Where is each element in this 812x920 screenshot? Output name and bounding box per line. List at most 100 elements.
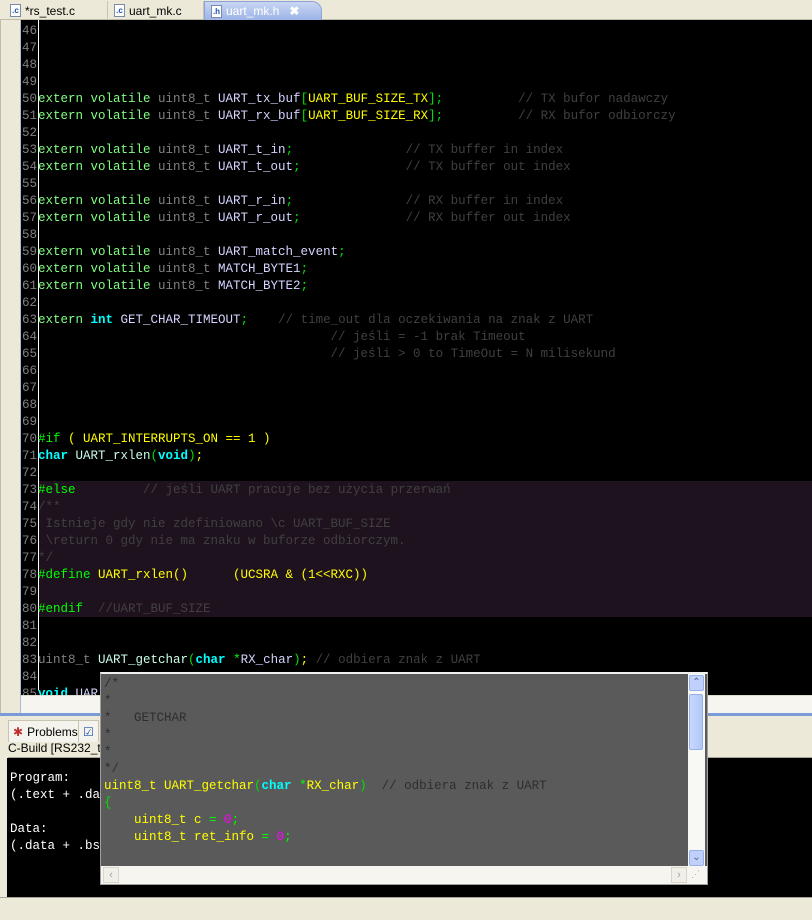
code-token: // RX buffer out index [300,211,571,225]
code-line[interactable]: 48 [22,57,812,74]
code-token: int [90,313,121,327]
resize-grip-icon[interactable]: ⋰ [691,869,700,880]
code-token: uint8_t c [104,813,210,827]
code-token: uint8_t [158,245,219,259]
tab-rs-test-c[interactable]: .c *rs_test.c [4,1,108,20]
code-token: RX_char [306,779,360,793]
code-line[interactable]: 47 [22,40,812,57]
code-token: extern volatile [38,160,159,174]
line-number: 50 [22,92,38,106]
code-line[interactable]: 73#else // jeśli UART pracuje bez użycia… [22,482,812,499]
code-line[interactable]: 78#define UART_rxlen() (UCSRA & (1<<RXC)… [22,567,812,584]
tab-uart-mk-c[interactable]: .c uart_mk.c [108,1,204,20]
code-token: extern volatile [38,245,159,259]
editor-tab-bar: .c *rs_test.c .c uart_mk.c .h uart_mk.h … [0,0,812,20]
popup-code-line: /* [104,676,547,693]
line-number: 47 [22,41,38,55]
code-token: uint8_t UART_getchar [104,779,255,793]
code-line[interactable]: 67 [22,380,812,397]
code-line[interactable]: 54extern volatile uint8_t UART_t_out; //… [22,159,812,176]
line-number: 54 [22,160,38,174]
code-line[interactable]: 71char UART_rxlen(void); [22,448,812,465]
hover-popup[interactable]: /* * * GETCHAR * * */ uint8_t UART_getchar(cha… [100,672,708,885]
code-line[interactable]: 52 [22,125,812,142]
code-line[interactable]: 53extern volatile uint8_t UART_t_in; // … [22,142,812,159]
code-line[interactable]: 65 // jeśli > 0 to TimeOut = N milisekun… [22,346,812,363]
code-token: UART_BUF_SIZE_TX [308,92,429,106]
scroll-up-icon[interactable]: ⌃ [689,675,704,691]
code-token: * [104,745,112,759]
code-token: */ [104,762,120,776]
code-line[interactable]: 46 [22,23,812,40]
code-token: extern volatile [38,262,159,276]
code-line[interactable]: 49 [22,74,812,91]
code-line[interactable]: 72 [22,465,812,482]
code-token: = [209,813,225,827]
code-editor[interactable]: 46 47 48 49 50extern volatile uint8_t UART_t… [0,20,812,713]
code-line[interactable]: 57extern volatile uint8_t UART_r_out; //… [22,210,812,227]
code-token: UART_t_in [218,143,286,157]
code-line[interactable]: 66 [22,363,812,380]
tab-problems[interactable]: ✱ Problems [8,720,83,742]
code-line[interactable]: 79 [22,584,812,601]
code-token: uint8_t [158,194,219,208]
code-token: UART_rxlen [75,449,151,463]
code-line[interactable]: 50extern volatile uint8_t UART_tx_buf[UA… [22,91,812,108]
code-token: uint8_t [38,653,99,667]
code-line[interactable]: 69 [22,414,812,431]
close-tab-icon[interactable]: ✖ [289,4,299,18]
code-line[interactable]: 82 [22,635,812,652]
tab-tasks[interactable]: ☑ [78,720,99,742]
line-number: 52 [22,126,38,140]
code-line[interactable]: 61extern volatile uint8_t MATCH_BYTE2; [22,278,812,295]
code-line[interactable]: 64 // jeśli = -1 brak Timeout [22,329,812,346]
code-token: uint8_t [158,143,219,157]
popup-code-line: uint8_t c = 0; [104,812,547,829]
code-lines[interactable]: 46 47 48 49 50extern volatile uint8_t UART_t… [22,23,812,703]
code-token: ) [293,653,301,667]
code-line[interactable]: 75 Istnieje gdy nie zdefiniowano \c UART… [22,516,812,533]
code-line[interactable]: 55 [22,176,812,193]
code-line[interactable]: 63extern int GET_CHAR_TIMEOUT; // time_o… [22,312,812,329]
code-token: #define [38,568,99,582]
code-token: char [261,779,300,793]
code-line[interactable]: 81 [22,618,812,635]
code-line[interactable]: 70#if ( UART_INTERRUPTS_ON == 1 ) [22,431,812,448]
code-line[interactable]: 59extern volatile uint8_t UART_match_eve… [22,244,812,261]
code-line[interactable]: 68 [22,397,812,414]
line-number: 68 [22,398,38,412]
line-number: 53 [22,143,38,157]
line-number: 66 [22,364,38,378]
code-line[interactable]: 77*/ [22,550,812,567]
line-number: 69 [22,415,38,429]
code-token: Istnieje gdy nie zdefiniowano \c UART_BU… [38,517,391,531]
code-token: ( [188,653,196,667]
code-token: = [261,830,277,844]
code-line[interactable]: 62 [22,295,812,312]
popup-code-line: * [104,693,547,710]
line-number: 77 [22,551,38,565]
code-token: { [104,796,112,810]
code-line[interactable]: 51extern volatile uint8_t UART_rx_buf[UA… [22,108,812,125]
code-line[interactable]: 74/** [22,499,812,516]
scroll-left-icon[interactable]: ‹ [103,867,119,883]
scroll-thumb[interactable] [689,694,703,750]
code-line[interactable]: 83uint8_t UART_getchar(char *RX_char); /… [22,652,812,669]
code-line[interactable]: 60extern volatile uint8_t MATCH_BYTE1; [22,261,812,278]
line-number: 51 [22,109,38,123]
popup-code-line: * GETCHAR [104,710,547,727]
code-line[interactable]: 80#endif //UART_BUF_SIZE [22,601,812,618]
code-token: UART_rx_buf [218,109,301,123]
scroll-down-icon[interactable]: ⌄ [689,850,704,866]
scroll-right-icon[interactable]: › [671,867,687,883]
code-line[interactable]: 58 [22,227,812,244]
code-token: ( [254,779,262,793]
code-token: uint8_t [158,279,219,293]
popup-vertical-scrollbar[interactable]: ⌃ ⌄ [688,674,705,867]
code-line[interactable]: 56extern volatile uint8_t UART_r_in; // … [22,193,812,210]
code-line[interactable]: 76 \return 0 gdy nie ma znaku w buforze … [22,533,812,550]
code-token: * [299,779,307,793]
code-token: UART_tx_buf [218,92,301,106]
tab-uart-mk-h[interactable]: .h uart_mk.h ✖ [204,1,322,20]
popup-horizontal-scrollbar[interactable]: ‹ › ⋰ [101,866,707,884]
